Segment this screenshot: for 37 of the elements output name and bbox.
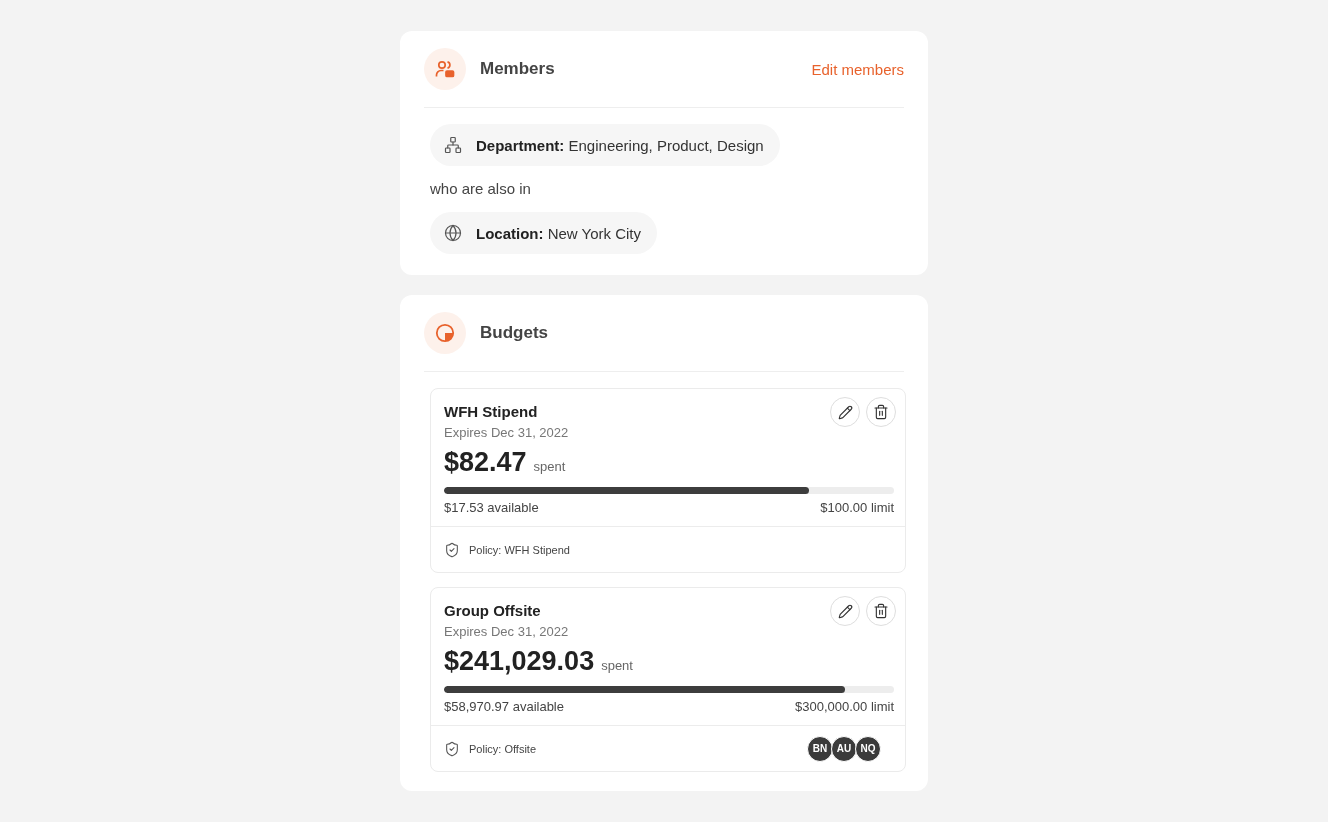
- limit-amount: $100.00 limit: [820, 499, 894, 517]
- policy-label: Policy: Offsite: [469, 742, 538, 755]
- globe-icon: [444, 224, 462, 242]
- pie-chart-icon: [424, 312, 466, 354]
- spent-label: spent: [601, 658, 633, 673]
- available-amount: $58,970.97 available: [444, 698, 564, 716]
- available-amount: $17.53 available: [444, 499, 539, 517]
- expiry-date: Expires Dec 31, 2022: [444, 623, 570, 641]
- filter-text: Location: New York City: [476, 224, 642, 242]
- trash-icon: [873, 603, 889, 619]
- section-title: Budgets: [480, 323, 549, 343]
- shield-check-icon: [444, 740, 460, 757]
- filter-text: Department: Engineering, Product, Design: [476, 136, 764, 154]
- limit-amount: $300,000.00 limit: [795, 698, 894, 716]
- shield-check-icon: [444, 541, 460, 558]
- connector-text: who are also in: [430, 179, 531, 199]
- edit-button[interactable]: [830, 397, 860, 427]
- spent-amount: $82.47: [444, 446, 527, 478]
- trash-icon: [873, 404, 889, 420]
- spent-amount: $241,029.03: [444, 645, 595, 677]
- edit-button[interactable]: [830, 596, 860, 626]
- budget-name: WFH Stipend: [444, 402, 539, 422]
- delete-button[interactable]: [866, 397, 896, 427]
- delete-button[interactable]: [866, 596, 896, 626]
- edit-members-link[interactable]: Edit members: [811, 60, 904, 78]
- users-icon: [424, 48, 466, 90]
- budget-name: Group Offsite: [444, 601, 542, 621]
- avatar: BN: [807, 735, 833, 762]
- section-title: Members: [480, 59, 556, 79]
- avatar: AU: [831, 735, 857, 762]
- pencil-icon: [837, 404, 853, 420]
- org-chart-icon: [444, 136, 462, 154]
- expiry-date: Expires Dec 31, 2022: [444, 424, 570, 442]
- spent-label: spent: [533, 459, 566, 474]
- policy-label: Policy: WFH Stipend: [469, 543, 571, 556]
- pencil-icon: [837, 603, 853, 619]
- avatar: NQ: [855, 735, 881, 762]
